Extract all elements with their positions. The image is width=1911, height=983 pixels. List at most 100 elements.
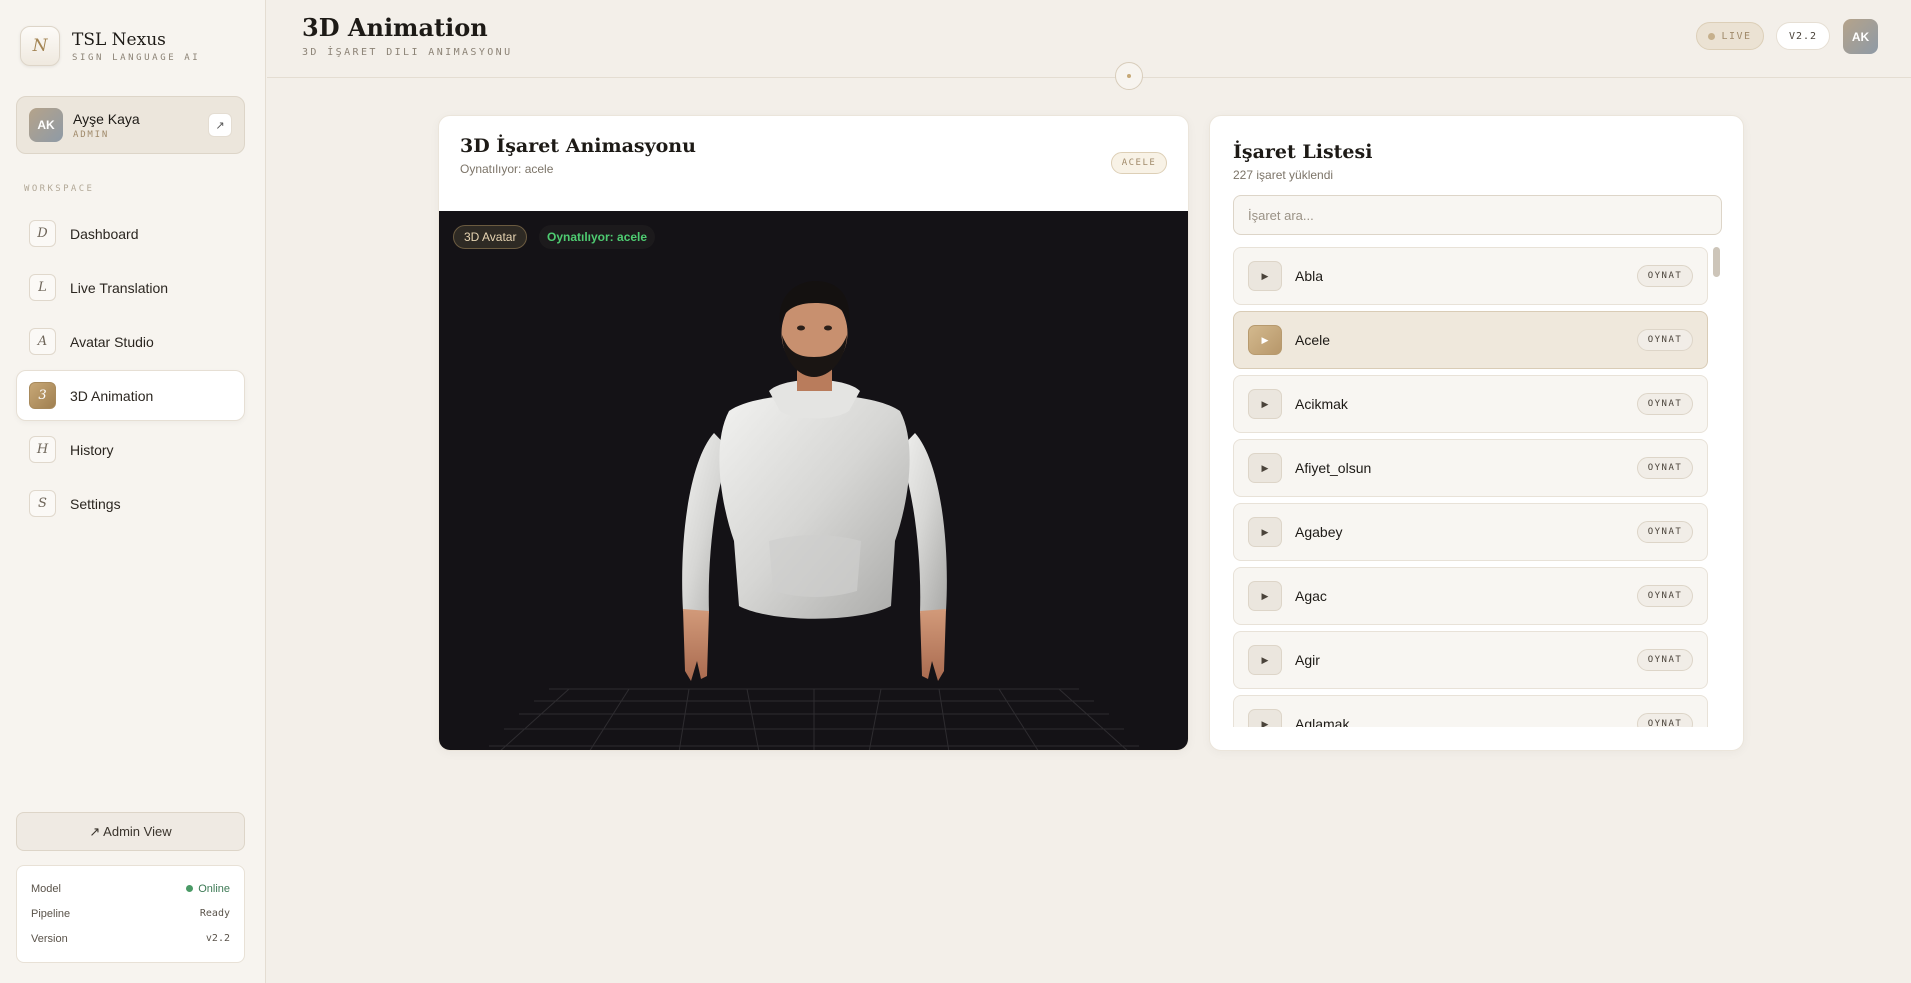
- sign-label: Abla: [1295, 268, 1324, 284]
- play-icon[interactable]: ▶: [1248, 325, 1282, 355]
- sign-label: Agac: [1295, 588, 1327, 604]
- sidebar-item-settings[interactable]: S Settings: [16, 478, 245, 529]
- animation-subtitle: Oynatılıyor: acele: [460, 162, 554, 176]
- live-status-badge: LIVE: [1696, 22, 1764, 50]
- animation-title: 3D İşaret Animasyonu: [460, 135, 696, 157]
- user-avatar: AK: [29, 108, 63, 142]
- floor-grid: [489, 688, 1139, 750]
- play-button[interactable]: OYNAT: [1637, 585, 1693, 607]
- status-value: Online: [186, 883, 230, 895]
- avatar-scene: [489, 281, 1139, 750]
- sidebar-item-live-translation[interactable]: L Live Translation: [16, 262, 245, 313]
- sidebar-item-label: 3D Animation: [70, 387, 154, 404]
- brand-logo: N: [20, 26, 60, 66]
- live-dot-icon: [1708, 32, 1716, 40]
- list-item[interactable]: ▶ Agir OYNAT: [1233, 631, 1708, 689]
- play-icon[interactable]: ▶: [1248, 261, 1282, 291]
- play-icon[interactable]: ▶: [1248, 645, 1282, 675]
- workspace-section-label: WORKSPACE: [24, 184, 95, 194]
- sidebar-item-avatar-studio[interactable]: A Avatar Studio: [16, 316, 245, 367]
- collapse-handle-icon[interactable]: [1115, 62, 1143, 90]
- external-link-icon[interactable]: ↗: [208, 113, 232, 137]
- play-button[interactable]: OYNAT: [1637, 393, 1693, 415]
- sidebar-item-label: Avatar Studio: [70, 333, 154, 350]
- brand-subtitle: SIGN LANGUAGE AI: [72, 52, 201, 63]
- page-title: 3D Animation: [302, 13, 488, 42]
- brand[interactable]: N TSL Nexus SIGN LANGUAGE AI: [20, 26, 200, 66]
- status-value: Ready: [199, 908, 230, 919]
- dashboard-icon: D: [29, 220, 56, 247]
- sign-label: Acele: [1295, 332, 1331, 348]
- sidebar-item-history[interactable]: H History: [16, 424, 245, 475]
- sidebar-nav: D Dashboard L Live Translation A Avatar …: [16, 208, 245, 532]
- play-icon[interactable]: ▶: [1248, 389, 1282, 419]
- status-row-model: Model Online: [31, 876, 230, 901]
- play-button[interactable]: OYNAT: [1637, 329, 1693, 351]
- play-icon[interactable]: ▶: [1248, 581, 1282, 611]
- sidebar-item-dashboard[interactable]: D Dashboard: [16, 208, 245, 259]
- avatar-mode-chip: 3D Avatar: [453, 225, 528, 249]
- user-card[interactable]: AK Ayşe Kaya ADMIN ↗: [16, 96, 245, 154]
- current-sign-badge: ACELE: [1111, 152, 1167, 174]
- sign-label: Acikmak: [1295, 396, 1348, 412]
- live-translation-icon: L: [29, 274, 56, 301]
- settings-icon: S: [29, 490, 56, 517]
- history-icon: H: [29, 436, 56, 463]
- play-icon[interactable]: ▶: [1248, 709, 1282, 727]
- play-icon[interactable]: ▶: [1248, 453, 1282, 483]
- sign-list[interactable]: ▶ Abla OYNAT ▶ Acele OYNAT ▶ Acikmak OYN…: [1233, 247, 1731, 727]
- sign-list-scrollbar[interactable]: [1713, 247, 1720, 727]
- list-item[interactable]: ▶ Acikmak OYNAT: [1233, 375, 1708, 433]
- status-key: Pipeline: [31, 907, 71, 920]
- status-row-pipeline: Pipeline Ready: [31, 901, 230, 926]
- sign-label: Afiyet_olsun: [1295, 460, 1372, 476]
- play-button[interactable]: OYNAT: [1637, 457, 1693, 479]
- sidebar-item-label: Dashboard: [70, 225, 139, 242]
- page-subtitle: 3D İŞARET DILI ANIMASYONU: [302, 47, 513, 58]
- play-button[interactable]: OYNAT: [1637, 649, 1693, 671]
- sign-label: Aglamak: [1295, 716, 1350, 727]
- sign-list-title: İşaret Listesi: [1233, 141, 1373, 163]
- list-item[interactable]: ▶ Agac OYNAT: [1233, 567, 1708, 625]
- list-item[interactable]: ▶ Acele OYNAT: [1233, 311, 1708, 369]
- list-item[interactable]: ▶ Abla OYNAT: [1233, 247, 1708, 305]
- user-role: ADMIN: [73, 129, 110, 140]
- sidebar: N TSL Nexus SIGN LANGUAGE AI AK Ayşe Kay…: [0, 0, 266, 983]
- status-key: Model: [31, 882, 61, 895]
- list-item[interactable]: ▶ Afiyet_olsun OYNAT: [1233, 439, 1708, 497]
- 3d-animation-icon: 3: [29, 382, 56, 409]
- live-label: LIVE: [1721, 30, 1752, 42]
- sidebar-item-label: History: [70, 441, 114, 458]
- play-button[interactable]: OYNAT: [1637, 713, 1693, 727]
- 3d-viewport[interactable]: 3D Avatar Oynatılıyor: acele: [439, 211, 1188, 750]
- header-avatar[interactable]: AK: [1843, 19, 1878, 54]
- online-dot-icon: [186, 885, 194, 892]
- play-button[interactable]: OYNAT: [1637, 521, 1693, 543]
- sidebar-item-label: Live Translation: [70, 279, 169, 296]
- sign-search-input[interactable]: [1233, 195, 1722, 235]
- sidebar-item-3d-animation[interactable]: 3 3D Animation: [16, 370, 245, 421]
- sign-list-card: İşaret Listesi 227 işaret yüklendi ▶ Abl…: [1209, 115, 1744, 751]
- status-key: Version: [31, 932, 68, 945]
- now-playing-chip: Oynatılıyor: acele: [539, 225, 656, 249]
- status-value: v2.2: [205, 933, 230, 944]
- sign-label: Agabey: [1295, 524, 1343, 540]
- sign-label: Agir: [1295, 652, 1320, 668]
- list-item[interactable]: ▶ Agabey OYNAT: [1233, 503, 1708, 561]
- avatar-studio-icon: A: [29, 328, 56, 355]
- play-icon[interactable]: ▶: [1248, 517, 1282, 547]
- animation-card: 3D İşaret Animasyonu Oynatılıyor: acele …: [438, 115, 1189, 751]
- status-value-text: Online: [198, 882, 230, 895]
- sidebar-item-label: Settings: [70, 495, 121, 512]
- scrollbar-thumb[interactable]: [1713, 247, 1720, 277]
- user-name: Ayşe Kaya: [73, 110, 140, 127]
- list-item[interactable]: ▶ Aglamak OYNAT: [1233, 695, 1708, 727]
- system-status-card: Model Online Pipeline Ready Version v2.2: [16, 865, 245, 963]
- play-button[interactable]: OYNAT: [1637, 265, 1693, 287]
- admin-view-button[interactable]: ↗ Admin View: [16, 812, 245, 851]
- status-row-version: Version v2.2: [31, 926, 230, 951]
- page-header: 3D Animation 3D İŞARET DILI ANIMASYONU L…: [267, 0, 1911, 90]
- sign-count: 227 işaret yüklendi: [1233, 168, 1334, 182]
- brand-name: TSL Nexus: [72, 29, 166, 50]
- version-badge: V2.2: [1776, 22, 1830, 50]
